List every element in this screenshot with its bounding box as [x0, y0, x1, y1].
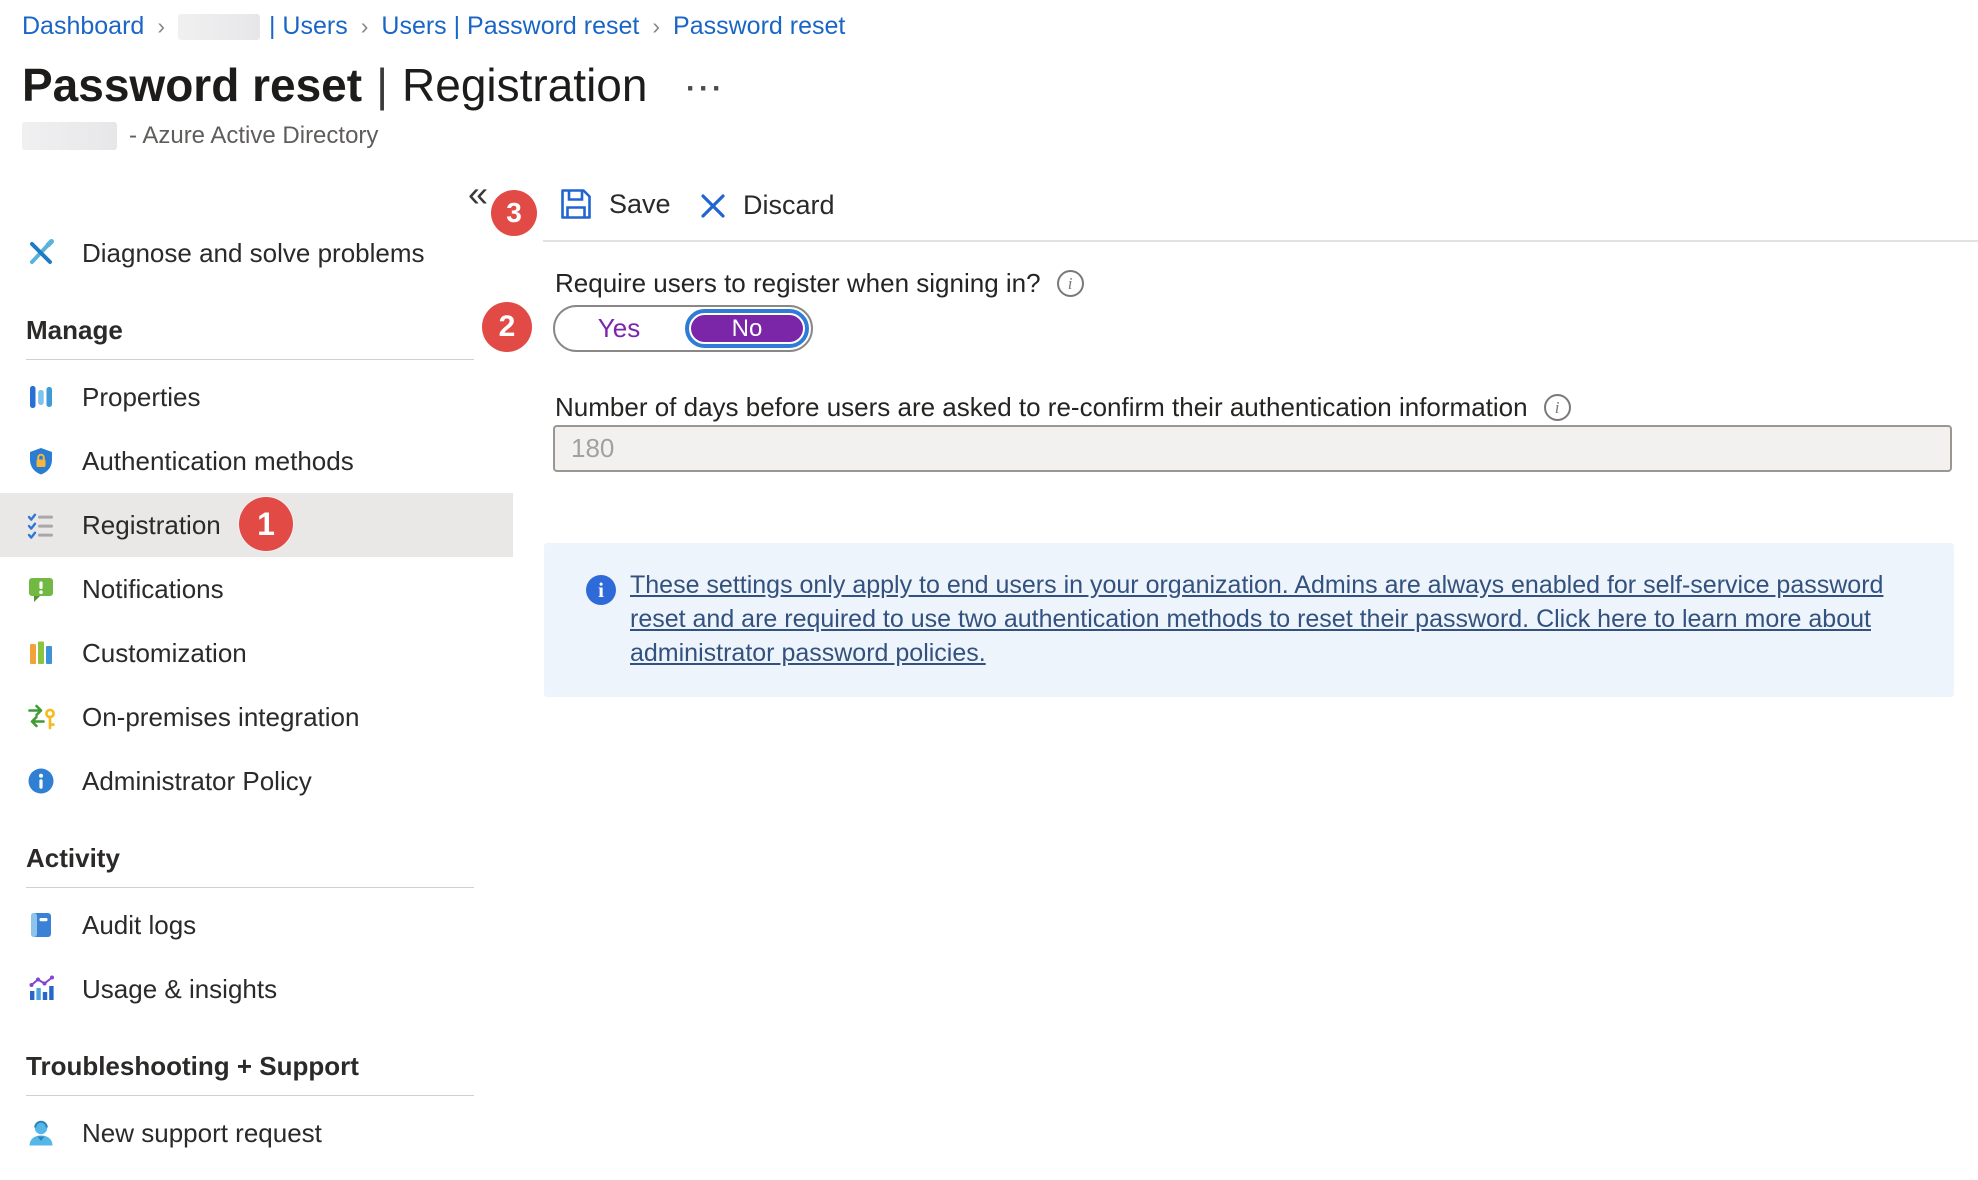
sidebar-item-authentication-methods[interactable]: Authentication methods	[0, 429, 513, 493]
save-button-label: Save	[609, 189, 671, 220]
sidebar-section-manage: Manage	[0, 310, 513, 350]
sidebar-item-label: Audit logs	[82, 910, 196, 941]
redacted-text-block	[178, 14, 260, 40]
save-floppy-icon	[558, 186, 594, 222]
sidebar-item-notifications[interactable]: Notifications	[0, 557, 513, 621]
sidebar-item-label: Diagnose and solve problems	[82, 238, 425, 269]
discard-button[interactable]: Discard	[698, 190, 835, 221]
sidebar-item-label: On-premises integration	[82, 702, 359, 733]
shield-lock-icon	[26, 446, 56, 476]
discard-button-label: Discard	[743, 190, 835, 221]
more-menu-icon[interactable]: ···	[686, 74, 725, 104]
breadcrumb-separator: ›	[157, 13, 165, 40]
sidebar-section-divider	[26, 887, 474, 888]
annotation-badge-1: 1	[239, 497, 293, 551]
breadcrumb-tenant-users-label: | Users	[269, 12, 348, 41]
page-title-primary: Password reset	[22, 58, 362, 112]
info-tooltip-icon[interactable]: i	[1057, 270, 1084, 297]
audit-log-book-icon	[26, 910, 56, 940]
sidebar-item-label: Notifications	[82, 574, 224, 605]
annotation-badge-2: 2	[482, 302, 532, 352]
reconfirm-days-label-text: Number of days before users are asked to…	[555, 392, 1528, 423]
sidebar-item-label: Usage & insights	[82, 974, 277, 1005]
page-title: Password reset | Registration	[22, 58, 647, 112]
breadcrumb-dashboard[interactable]: Dashboard	[22, 12, 144, 41]
diagnose-tools-icon	[26, 238, 56, 268]
sidebar-item-usage-insights[interactable]: Usage & insights	[0, 957, 513, 1021]
redacted-text-block	[22, 122, 117, 150]
info-circle-icon	[26, 766, 56, 796]
info-tooltip-icon[interactable]: i	[1544, 394, 1571, 421]
require-register-toggle: Yes No	[553, 305, 813, 352]
sidebar-item-label: Customization	[82, 638, 247, 669]
require-register-label-text: Require users to register when signing i…	[555, 268, 1041, 299]
sidebar-item-customization[interactable]: Customization	[0, 621, 513, 685]
breadcrumb-users-password-reset[interactable]: Users | Password reset	[381, 12, 639, 41]
support-person-icon	[26, 1118, 56, 1148]
breadcrumb-separator: ›	[361, 13, 369, 40]
toggle-no-option-label: No	[691, 315, 803, 342]
breadcrumb-separator: ›	[652, 13, 660, 40]
sidebar-item-audit-logs[interactable]: Audit logs	[0, 893, 513, 957]
sidebar-section-divider	[26, 1095, 474, 1096]
sync-key-icon	[26, 702, 56, 732]
sidebar-item-label: New support request	[82, 1118, 322, 1149]
sidebar-item-on-premises-integration[interactable]: On-premises integration	[0, 685, 513, 749]
annotation-badge-3: 3	[491, 190, 537, 236]
reconfirm-days-label: Number of days before users are asked to…	[555, 392, 1571, 423]
page-subtitle-label: - Azure Active Directory	[129, 122, 378, 150]
toggle-yes-option[interactable]: Yes	[555, 313, 683, 344]
breadcrumb: Dashboard › | Users › Users | Password r…	[22, 12, 845, 41]
admin-policy-learn-more-link[interactable]: These settings only apply to end users i…	[630, 568, 1920, 670]
page-title-separator: |	[376, 58, 388, 112]
page-title-secondary: Registration	[402, 58, 647, 112]
collapse-panel-icon[interactable]: «	[468, 176, 488, 212]
sidebar-item-properties[interactable]: Properties	[0, 365, 513, 429]
sidebar-item-label: Administrator Policy	[82, 766, 312, 797]
sidebar-item-label: Registration	[82, 510, 221, 541]
breadcrumb-password-reset[interactable]: Password reset	[673, 12, 845, 41]
toolbar-divider	[543, 240, 1978, 242]
checklist-icon	[26, 510, 56, 540]
usage-chart-icon	[26, 974, 56, 1004]
properties-icon	[26, 382, 56, 412]
notification-bubble-icon	[26, 574, 56, 604]
info-banner: i These settings only apply to end users…	[544, 543, 1954, 697]
sidebar-item-administrator-policy[interactable]: Administrator Policy	[0, 749, 513, 813]
sidebar-section-divider	[26, 359, 474, 360]
sidebar-section-troubleshooting-support: Troubleshooting + Support	[0, 1046, 513, 1086]
sidebar-item-label: Authentication methods	[82, 446, 354, 477]
breadcrumb-tenant-users[interactable]: | Users	[178, 12, 348, 41]
page-subtitle: - Azure Active Directory	[22, 122, 378, 150]
sidebar: Diagnose and solve problems Manage Prope…	[0, 221, 513, 1165]
azure-portal-page: Dashboard › | Users › Users | Password r…	[0, 0, 1978, 1180]
sidebar-item-diagnose-and-solve-problems[interactable]: Diagnose and solve problems	[0, 221, 513, 285]
info-filled-icon: i	[586, 575, 616, 605]
sidebar-item-new-support-request[interactable]: New support request	[0, 1101, 513, 1165]
sidebar-item-label: Properties	[82, 382, 201, 413]
sidebar-section-activity: Activity	[0, 838, 513, 878]
require-register-label: Require users to register when signing i…	[555, 268, 1084, 299]
toggle-no-option[interactable]: No	[685, 309, 809, 348]
reconfirm-days-input[interactable]	[553, 425, 1952, 472]
save-button[interactable]: Save	[558, 186, 671, 222]
discard-x-icon	[698, 191, 728, 221]
color-bars-icon	[26, 638, 56, 668]
